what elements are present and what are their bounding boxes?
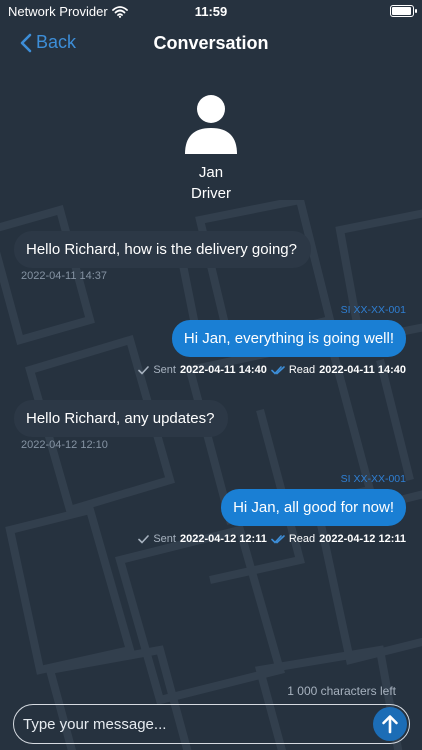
message-timestamp: 2022-04-11 14:37	[21, 270, 108, 282]
sender-label: SI XX-XX-001	[340, 473, 406, 485]
check-icon	[138, 534, 150, 544]
arrow-up-icon	[382, 715, 398, 734]
battery-icon	[390, 5, 417, 17]
message-bubble[interactable]: Hi Jan, all good for now!	[221, 489, 406, 526]
double-check-icon	[271, 365, 285, 375]
sent-label: Sent	[153, 533, 176, 545]
read-time: 2022-04-12 12:11	[319, 533, 406, 545]
person-icon	[185, 95, 237, 154]
conversation-screen: Network Provider 11:59 Back Conversation	[0, 0, 422, 750]
read-label: Read	[288, 364, 316, 376]
contact-header: Jan Driver	[0, 92, 422, 204]
sent-label: Sent	[153, 364, 176, 376]
battery-level	[392, 7, 411, 15]
message-input[interactable]	[23, 705, 363, 743]
message-incoming: Hello Richard, how is the delivery going…	[14, 231, 311, 268]
status-bar: Network Provider 11:59	[0, 0, 422, 22]
read-label: Read	[288, 533, 316, 545]
double-check-icon	[271, 534, 285, 544]
message-timestamp: 2022-04-12 12:10	[21, 439, 108, 451]
check-icon	[138, 365, 150, 375]
sender-label: SI XX-XX-001	[340, 304, 406, 316]
message-composer	[13, 704, 410, 744]
contact-name: Jan	[198, 164, 224, 181]
message-receipt: Sent 2022-04-11 14:40 Read 2022-04-11 14…	[138, 364, 406, 376]
message-bubble[interactable]: Hi Jan, everything is going well!	[171, 320, 406, 357]
read-time: 2022-04-11 14:40	[319, 364, 406, 376]
page-title: Conversation	[153, 33, 269, 53]
message-outgoing: Hi Jan, everything is going well!	[171, 320, 406, 357]
characters-left-counter: 1 000 characters left	[287, 684, 396, 698]
message-outgoing: Hi Jan, all good for now!	[221, 489, 406, 526]
sent-time: 2022-04-11 14:40	[179, 364, 267, 376]
sent-time: 2022-04-12 12:11	[179, 533, 267, 545]
navigation-bar: Back Conversation	[0, 22, 422, 66]
message-receipt: Sent 2022-04-12 12:11 Read 2022-04-12 12…	[138, 533, 406, 545]
status-time: 11:59	[194, 4, 228, 19]
message-bubble[interactable]: Hello Richard, any updates?	[14, 400, 229, 437]
contact-role: Driver	[191, 185, 231, 202]
message-incoming: Hello Richard, any updates?	[14, 400, 229, 437]
send-button[interactable]	[373, 707, 407, 741]
message-bubble[interactable]: Hello Richard, how is the delivery going…	[14, 231, 311, 268]
